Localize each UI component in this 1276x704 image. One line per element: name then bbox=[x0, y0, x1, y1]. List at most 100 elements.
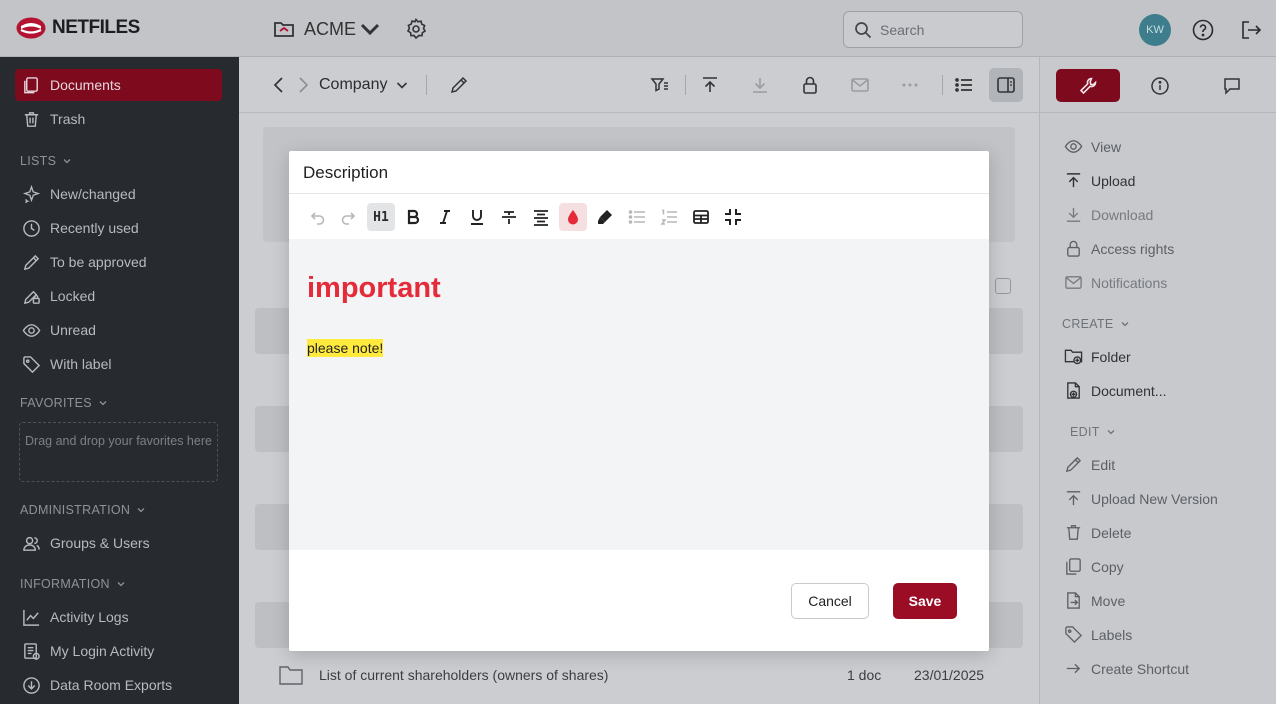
numbered-list-button[interactable] bbox=[655, 203, 683, 231]
action-edit[interactable]: Edit bbox=[1064, 455, 1115, 474]
main-toolbar: Company bbox=[239, 57, 1039, 113]
panel-toggle-icon[interactable] bbox=[989, 68, 1023, 102]
favorites-section-header[interactable]: FAVORITES bbox=[20, 396, 108, 410]
gear-icon[interactable] bbox=[404, 17, 428, 41]
text-color-button[interactable] bbox=[559, 203, 587, 231]
bullet-list-icon bbox=[628, 208, 646, 226]
sidebar-item-groups-users[interactable]: Groups & Users bbox=[15, 527, 222, 559]
upload-icon[interactable] bbox=[700, 75, 720, 95]
logo-text: NETFILES bbox=[52, 17, 140, 38]
sidebar-item-locked[interactable]: Locked bbox=[15, 280, 222, 312]
table-icon bbox=[692, 208, 710, 226]
folder-plus-icon bbox=[1064, 347, 1083, 366]
create-section-header[interactable]: CREATE bbox=[1062, 317, 1130, 331]
workspace-switcher[interactable]: ACME bbox=[272, 17, 428, 41]
tab-comments[interactable] bbox=[1200, 69, 1264, 102]
information-section-header[interactable]: INFORMATION bbox=[20, 577, 126, 591]
action-upload[interactable]: Upload bbox=[1064, 171, 1135, 190]
list-icon bbox=[22, 642, 41, 661]
breadcrumb[interactable]: Company bbox=[319, 76, 409, 94]
sidebar-item-activity-logs[interactable]: Activity Logs bbox=[15, 601, 222, 633]
save-button[interactable]: Save bbox=[893, 583, 957, 619]
user-avatar[interactable]: KW bbox=[1139, 14, 1171, 46]
download-icon[interactable] bbox=[750, 75, 770, 95]
forward-arrow-icon[interactable] bbox=[293, 75, 313, 95]
table-row[interactable]: List of current shareholders (owners of … bbox=[255, 652, 1023, 698]
heading-1-button[interactable]: H1 bbox=[367, 203, 395, 231]
help-icon[interactable] bbox=[1191, 18, 1215, 42]
pencil-icon bbox=[22, 253, 41, 272]
tab-tools[interactable] bbox=[1056, 69, 1120, 102]
action-label: Folder bbox=[1091, 348, 1131, 365]
mail-icon[interactable] bbox=[850, 75, 870, 95]
section-title: INFORMATION bbox=[20, 577, 110, 591]
select-all-checkbox[interactable] bbox=[995, 278, 1011, 294]
strikethrough-button[interactable] bbox=[495, 203, 523, 231]
action-download[interactable]: Download bbox=[1064, 205, 1153, 224]
underline-button[interactable] bbox=[463, 203, 491, 231]
exit-fullscreen-button[interactable] bbox=[719, 203, 747, 231]
tab-info[interactable] bbox=[1128, 69, 1192, 102]
document-plus-icon bbox=[1064, 381, 1083, 400]
redo-button[interactable] bbox=[335, 203, 363, 231]
sidebar-item-recently-used[interactable]: Recently used bbox=[15, 212, 222, 244]
sidebar-item-label: Documents bbox=[50, 77, 121, 93]
action-notifications[interactable]: Notifications bbox=[1064, 273, 1167, 292]
italic-button[interactable] bbox=[431, 203, 459, 231]
action-move[interactable]: Move bbox=[1064, 591, 1125, 610]
undo-button[interactable] bbox=[303, 203, 331, 231]
chevron-down-icon bbox=[136, 505, 146, 515]
sidebar-item-unread[interactable]: Unread bbox=[15, 314, 222, 346]
bold-button[interactable] bbox=[399, 203, 427, 231]
editor-heading[interactable]: important bbox=[307, 272, 441, 305]
row-date: 23/01/2025 bbox=[914, 667, 985, 683]
action-access-rights[interactable]: Access rights bbox=[1064, 239, 1174, 258]
sidebar-item-new-changed[interactable]: New/changed bbox=[15, 178, 222, 210]
editor-highlighted-text[interactable]: please note! bbox=[307, 339, 384, 357]
back-arrow-icon[interactable] bbox=[269, 75, 289, 95]
more-icon[interactable] bbox=[900, 75, 920, 95]
filter-icon[interactable] bbox=[650, 75, 670, 95]
sidebar-item-with-label[interactable]: With label bbox=[15, 348, 222, 380]
lists-section-header[interactable]: LISTS bbox=[20, 154, 72, 168]
mail-icon bbox=[1064, 273, 1083, 292]
table-button[interactable] bbox=[687, 203, 715, 231]
administration-section-header[interactable]: ADMINISTRATION bbox=[20, 503, 146, 517]
dialog-title: Description bbox=[303, 163, 389, 182]
app-logo[interactable]: NETFILES bbox=[16, 17, 140, 39]
highlighter-icon bbox=[596, 208, 614, 226]
cancel-button[interactable]: Cancel bbox=[791, 583, 869, 619]
sidebar-item-trash[interactable]: Trash bbox=[15, 103, 222, 135]
bullet-list-button[interactable] bbox=[623, 203, 651, 231]
action-labels[interactable]: Labels bbox=[1064, 625, 1132, 644]
logout-icon[interactable] bbox=[1239, 18, 1263, 42]
search-input[interactable] bbox=[880, 21, 1010, 38]
favorites-drop-zone[interactable]: Drag and drop your favorites here bbox=[19, 422, 218, 482]
sidebar-item-to-be-approved[interactable]: To be approved bbox=[15, 246, 222, 278]
action-upload-new-version[interactable]: Upload New Version bbox=[1064, 489, 1218, 508]
search-box[interactable] bbox=[843, 11, 1023, 48]
sidebar-item-documents[interactable]: Documents bbox=[15, 69, 222, 101]
rich-text-editor[interactable]: important please note! bbox=[289, 239, 989, 550]
action-delete[interactable]: Delete bbox=[1064, 523, 1131, 542]
action-create-folder[interactable]: Folder bbox=[1064, 347, 1131, 366]
lock-icon[interactable] bbox=[800, 75, 820, 95]
list-view-icon[interactable] bbox=[954, 75, 974, 95]
action-view[interactable]: View bbox=[1064, 137, 1121, 156]
edit-pencil-icon[interactable] bbox=[449, 75, 469, 95]
highlight-button[interactable] bbox=[591, 203, 619, 231]
sidebar-item-label: Data Room Exports bbox=[50, 677, 173, 693]
sidebar-item-data-room-exports[interactable]: Data Room Exports bbox=[15, 669, 222, 701]
exit-fullscreen-icon bbox=[724, 208, 742, 226]
bold-icon bbox=[404, 208, 422, 226]
sidebar-item-my-login-activity[interactable]: My Login Activity bbox=[15, 635, 222, 667]
lock-icon bbox=[1064, 239, 1083, 258]
pencil-icon bbox=[1064, 455, 1083, 474]
action-create-shortcut[interactable]: Create Shortcut bbox=[1064, 659, 1189, 678]
action-copy[interactable]: Copy bbox=[1064, 557, 1124, 576]
top-bar: NETFILES ACME KW bbox=[0, 0, 1276, 57]
action-create-document[interactable]: Document... bbox=[1064, 381, 1166, 400]
edit-section-header[interactable]: EDIT bbox=[1070, 425, 1116, 439]
align-center-button[interactable] bbox=[527, 203, 555, 231]
move-icon bbox=[1064, 591, 1083, 610]
